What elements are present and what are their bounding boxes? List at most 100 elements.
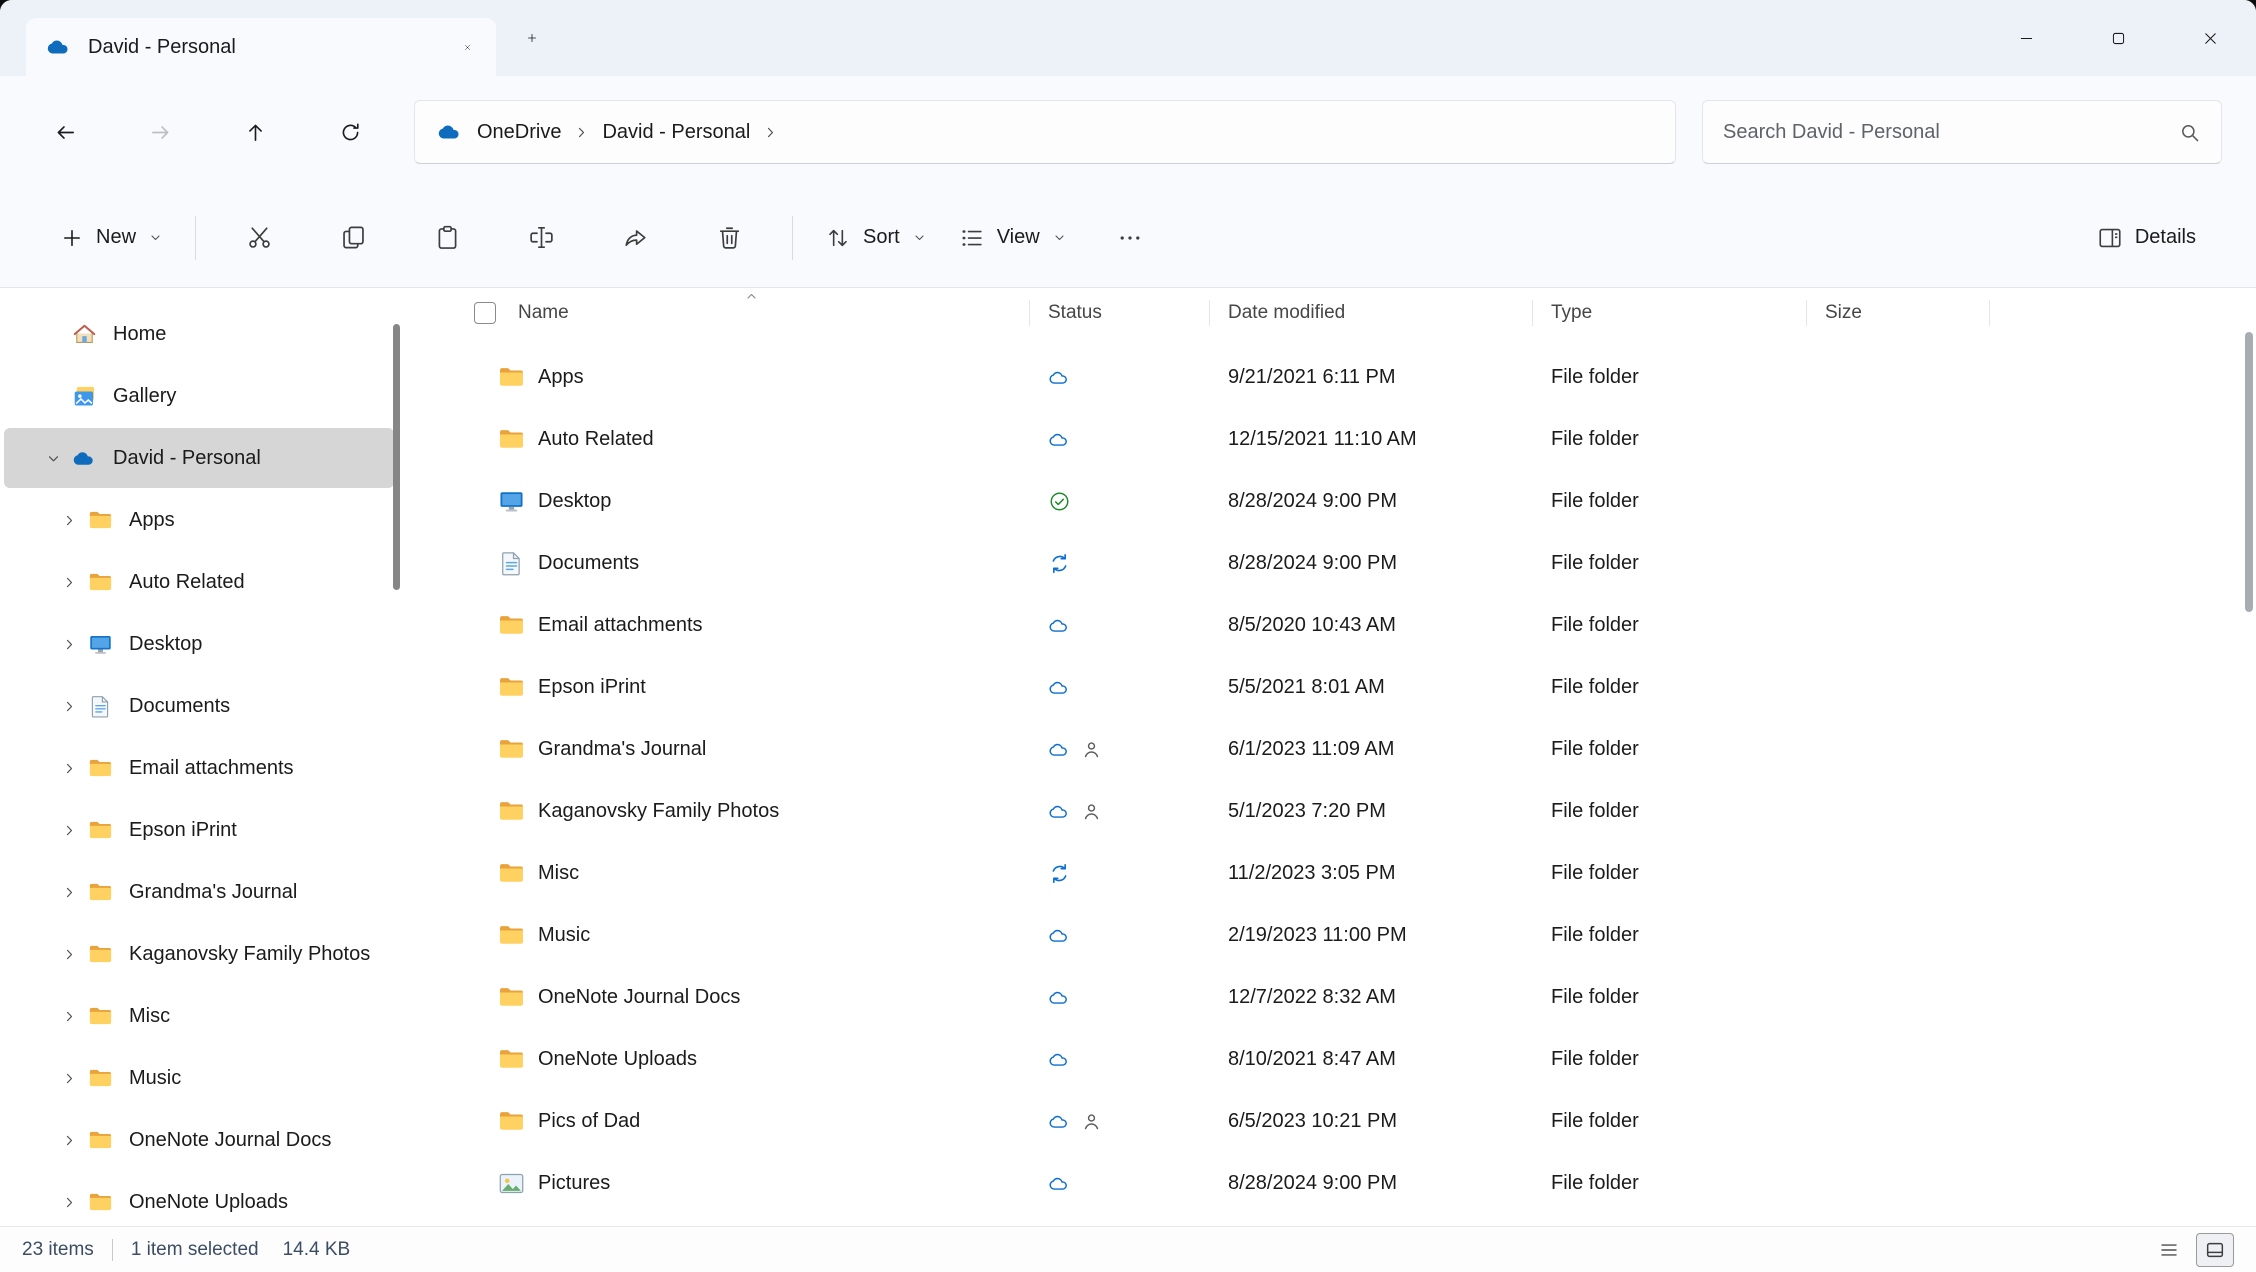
tab-close-icon[interactable] <box>459 39 476 56</box>
search-box[interactable] <box>1702 100 2222 164</box>
file-name: Epson iPrint <box>538 675 646 698</box>
column-header-name[interactable]: Name <box>426 288 1030 338</box>
sidebar-item-onenote-uploads[interactable]: OneNote Uploads <box>4 1172 394 1226</box>
more-options-button[interactable] <box>1098 206 1162 270</box>
chevron-right-icon[interactable] <box>50 1194 88 1211</box>
breadcrumb-item-onedrive[interactable]: OneDrive <box>469 115 569 150</box>
chevron-right-icon[interactable] <box>50 884 88 901</box>
minimize-button[interactable] <box>1980 0 2072 76</box>
home-icon <box>72 322 97 347</box>
table-row[interactable]: Pics of Dad 6/5/2023 10:21 PM File folder <box>426 1090 2256 1152</box>
syncing-status-icon <box>1048 552 1071 575</box>
sidebar-scrollbar[interactable] <box>393 324 400 590</box>
sidebar-item-auto-related[interactable]: Auto Related <box>4 552 394 612</box>
sidebar-item-onenote-journal-docs[interactable]: OneNote Journal Docs <box>4 1110 394 1170</box>
share-button[interactable] <box>603 206 667 270</box>
select-all-checkbox[interactable] <box>474 302 496 324</box>
column-header-type[interactable]: Type <box>1533 288 1807 338</box>
chevron-right-icon[interactable] <box>50 822 88 839</box>
chevron-right-icon[interactable] <box>50 1070 88 1087</box>
type-cell: File folder <box>1551 427 1639 450</box>
table-row[interactable]: Auto Related 12/15/2021 11:10 AM File fold… <box>426 408 2256 470</box>
chevron-down-icon[interactable] <box>34 450 72 467</box>
onedrive-icon <box>46 34 72 60</box>
column-header-status[interactable]: Status <box>1030 288 1210 338</box>
sidebar-item-gallery[interactable]: Gallery <box>4 366 394 426</box>
chevron-right-icon[interactable] <box>50 1132 88 1149</box>
sidebar-item-email-attachments[interactable]: Email attachments <box>4 738 394 798</box>
details-view-toggle[interactable] <box>2150 1233 2188 1267</box>
table-row[interactable]: OneNote Uploads 8/10/2021 8:47 AM File fol… <box>426 1028 2256 1090</box>
column-headers: Name Status Date modified Type Size <box>426 288 2256 338</box>
back-button[interactable] <box>34 101 96 163</box>
sidebar-item-documents[interactable]: Documents <box>4 676 394 736</box>
table-row[interactable]: Misc 11/2/2023 3:05 PM File folder <box>426 842 2256 904</box>
status-divider <box>111 1238 113 1261</box>
cloud-status-icon <box>1048 986 1071 1009</box>
paste-button[interactable] <box>415 206 479 270</box>
sidebar-item-home[interactable]: Home <box>4 304 394 364</box>
new-button[interactable]: New <box>44 206 179 270</box>
maximize-button[interactable] <box>2072 0 2164 76</box>
forward-button[interactable] <box>129 101 191 163</box>
sidebar-item-misc[interactable]: Misc <box>4 986 394 1046</box>
chevron-right-icon[interactable] <box>762 124 779 141</box>
file-name-cell: Music <box>426 922 1030 949</box>
view-button[interactable]: View <box>943 206 1083 270</box>
file-name: OneNote Journal Docs <box>538 985 741 1008</box>
table-row[interactable]: Music 2/19/2023 11:00 PM File folder <box>426 904 2256 966</box>
maximize-icon <box>2109 29 2128 48</box>
chevron-right-icon[interactable] <box>50 760 88 777</box>
table-row[interactable]: OneNote Journal Docs 12/7/2022 8:32 AM Fil… <box>426 966 2256 1028</box>
search-input[interactable] <box>1723 120 2166 144</box>
chevron-down-icon <box>912 230 927 245</box>
chevron-right-icon[interactable] <box>50 636 88 653</box>
sidebar-item-epson-iprint[interactable]: Epson iPrint <box>4 800 394 860</box>
table-row[interactable]: Desktop 8/28/2024 9:00 PM File folder <box>426 470 2256 532</box>
column-header-date-modified[interactable]: Date modified <box>1210 288 1533 338</box>
explorer-tab[interactable]: David - Personal <box>26 18 496 76</box>
cloud-status-icon <box>1048 1172 1071 1195</box>
table-row[interactable]: Kaganovsky Family Photos 5/1/2023 7:20 PM… <box>426 780 2256 842</box>
status-cell <box>1030 986 1210 1009</box>
new-tab-button[interactable] <box>520 26 544 50</box>
refresh-button[interactable] <box>319 101 381 163</box>
large-icons-view-toggle[interactable] <box>2196 1232 2234 1267</box>
chevron-right-icon[interactable] <box>573 124 590 141</box>
sidebar-item-david-personal[interactable]: David - Personal <box>4 428 394 488</box>
file-list: Apps 9/21/2021 6:11 PM File folder Auto Rel… <box>426 338 2256 1214</box>
table-row[interactable]: Grandma's Journal 6/1/2023 11:09 AM File f… <box>426 718 2256 780</box>
sort-button[interactable]: Sort <box>809 206 943 270</box>
file-name-cell: Kaganovsky Family Photos <box>426 798 1030 825</box>
breadcrumb-item-david-personal[interactable]: David - Personal <box>594 115 758 150</box>
sidebar-item-grandma-s-journal[interactable]: Grandma's Journal <box>4 862 394 922</box>
copy-button[interactable] <box>321 206 385 270</box>
table-row[interactable]: Epson iPrint 5/5/2021 8:01 AM File folder <box>426 656 2256 718</box>
folder-icon <box>88 1128 113 1153</box>
cut-button[interactable] <box>227 206 291 270</box>
documents-file-icon <box>498 550 525 577</box>
table-row[interactable]: Pictures 8/28/2024 9:00 PM File folder <box>426 1152 2256 1214</box>
address-bar[interactable]: OneDrive David - Personal <box>414 100 1676 164</box>
details-button[interactable]: Details <box>2081 206 2212 270</box>
table-row[interactable]: Apps 9/21/2021 6:11 PM File folder <box>426 346 2256 408</box>
scrollbar[interactable] <box>2245 332 2253 612</box>
column-header-size[interactable]: Size <box>1807 288 1990 338</box>
chevron-right-icon[interactable] <box>50 574 88 591</box>
chevron-right-icon[interactable] <box>50 698 88 715</box>
close-button[interactable] <box>2164 0 2256 76</box>
chevron-right-icon[interactable] <box>50 1008 88 1025</box>
sidebar-item-kaganovsky-family-photos[interactable]: Kaganovsky Family Photos <box>4 924 394 984</box>
table-row[interactable]: Documents 8/28/2024 9:00 PM File folder <box>426 532 2256 594</box>
delete-button[interactable] <box>697 206 761 270</box>
up-button[interactable] <box>224 101 286 163</box>
sidebar-item-desktop[interactable]: Desktop <box>4 614 394 674</box>
table-row[interactable]: Email attachments 8/5/2020 10:43 AM File f… <box>426 594 2256 656</box>
chevron-right-icon[interactable] <box>50 946 88 963</box>
sidebar-item-label: Desktop <box>129 632 203 655</box>
sidebar-item-music[interactable]: Music <box>4 1048 394 1108</box>
rename-button[interactable] <box>509 206 573 270</box>
chevron-right-icon[interactable] <box>50 512 88 529</box>
sidebar-item-apps[interactable]: Apps <box>4 490 394 550</box>
view-icon <box>959 225 985 251</box>
